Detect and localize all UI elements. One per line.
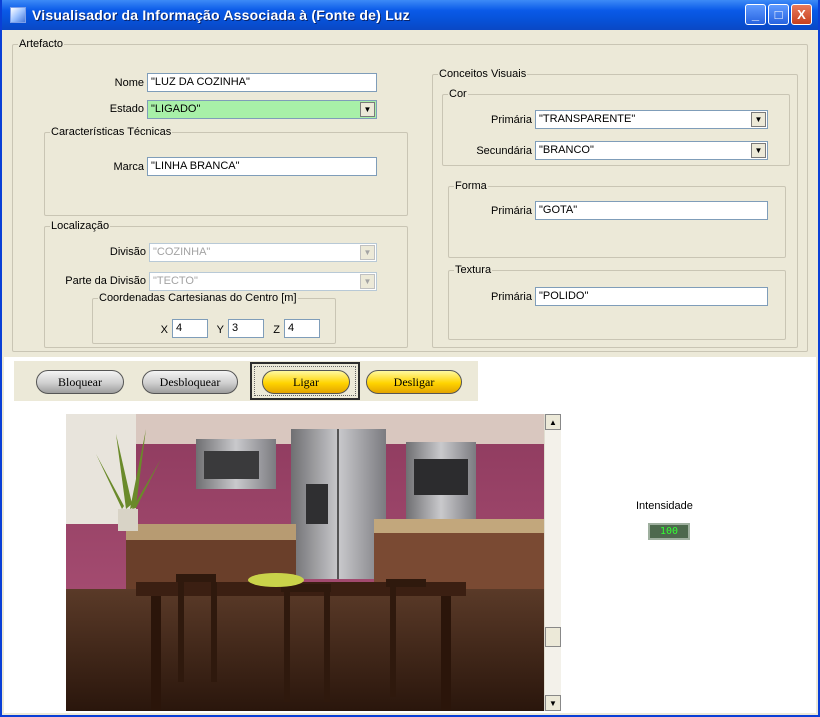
title-bar[interactable]: Visualisador da Informação Associada à (… xyxy=(2,0,818,30)
cor-legend: Cor xyxy=(449,88,467,100)
forma-primaria-label: Primária xyxy=(491,205,532,217)
y-field[interactable]: 3 xyxy=(228,319,264,338)
intensidade-label: Intensidade xyxy=(636,500,693,512)
coordenadas-legend: Coordenadas Cartesianas do Centro [m] xyxy=(99,292,297,304)
chevron-down-icon[interactable]: ▼ xyxy=(751,143,766,158)
scroll-up-button[interactable]: ▲ xyxy=(545,414,561,430)
kitchen-illustration xyxy=(66,414,544,711)
textura-legend: Textura xyxy=(455,264,492,276)
caracteristicas-legend: Características Técnicas xyxy=(51,126,172,138)
app-icon xyxy=(10,7,26,23)
conceitos-legend: Conceitos Visuais xyxy=(439,68,527,80)
nome-label: Nome xyxy=(114,77,144,89)
action-bar: Bloquear Desbloquear Ligar Desligar xyxy=(14,361,478,401)
textura-primaria-label: Primária xyxy=(491,291,532,303)
cor-primaria-select[interactable]: "TRANSPARENTE" ▼ xyxy=(535,110,768,129)
cor-secundaria-value: "BRANCO" xyxy=(539,144,594,156)
localizacao-legend: Localização xyxy=(51,220,110,232)
marca-label: Marca xyxy=(113,161,144,173)
scroll-down-button[interactable]: ▼ xyxy=(545,695,561,711)
forma-primaria-value: "GOTA" xyxy=(539,204,578,216)
cor-primaria-value: "TRANSPARENTE" xyxy=(539,113,636,125)
y-label: Y xyxy=(216,324,224,336)
x-label: X xyxy=(160,324,168,336)
nome-field[interactable]: "LUZ DA COZINHA" xyxy=(147,73,377,92)
window-content: Artefacto Nome "LUZ DA COZINHA" Estado "… xyxy=(4,30,816,713)
z-value: 4 xyxy=(288,322,295,334)
parte-select[interactable]: "TECTO" ▼ xyxy=(149,272,377,291)
scroll-thumb[interactable] xyxy=(545,627,561,647)
window-title: Visualisador da Informação Associada à (… xyxy=(32,7,410,23)
marca-value: "LINHA BRANCA" xyxy=(151,160,240,172)
divisao-label: Divisão xyxy=(109,246,146,258)
app-window: Visualisador da Informação Associada à (… xyxy=(0,0,820,717)
marca-field[interactable]: "LINHA BRANCA" xyxy=(147,157,377,176)
bloquear-button[interactable]: Bloquear xyxy=(36,370,124,394)
x-value: 4 xyxy=(176,322,183,334)
ligar-button[interactable]: Ligar xyxy=(262,370,350,394)
estado-select[interactable]: "LIGADO" ▼ xyxy=(147,100,377,119)
kitchen-photo xyxy=(66,414,544,711)
y-value: 3 xyxy=(232,322,239,334)
info-panel: Artefacto Nome "LUZ DA COZINHA" Estado "… xyxy=(4,30,816,357)
estado-label: Estado xyxy=(109,103,144,115)
textura-primaria-field[interactable]: "POLIDO" xyxy=(535,287,768,306)
forma-primaria-field[interactable]: "GOTA" xyxy=(535,201,768,220)
window-controls: _ □ X xyxy=(745,4,812,25)
vertical-scrollbar[interactable]: ▲ ▼ xyxy=(544,414,561,711)
nome-value: "LUZ DA COZINHA" xyxy=(151,76,250,88)
cor-secundaria-label: Secundária xyxy=(476,145,532,157)
estado-value: "LIGADO" xyxy=(151,103,201,115)
parte-label: Parte da Divisão xyxy=(65,275,146,287)
z-field[interactable]: 4 xyxy=(284,319,320,338)
divisao-value: "COZINHA" xyxy=(153,246,211,258)
minimize-button[interactable]: _ xyxy=(745,4,766,25)
close-button[interactable]: X xyxy=(791,4,812,25)
cor-primaria-label: Primária xyxy=(491,114,532,126)
x-field[interactable]: 4 xyxy=(172,319,208,338)
z-label: Z xyxy=(273,324,280,336)
intensidade-display: 100 xyxy=(648,523,690,540)
desligar-button[interactable]: Desligar xyxy=(366,370,462,394)
chevron-down-icon[interactable]: ▼ xyxy=(360,274,375,289)
chevron-down-icon[interactable]: ▼ xyxy=(360,102,375,117)
chevron-down-icon[interactable]: ▼ xyxy=(360,245,375,260)
divisao-select[interactable]: "COZINHA" ▼ xyxy=(149,243,377,262)
cor-secundaria-select[interactable]: "BRANCO" ▼ xyxy=(535,141,768,160)
artefacto-legend: Artefacto xyxy=(19,38,64,50)
textura-primaria-value: "POLIDO" xyxy=(539,290,589,302)
forma-legend: Forma xyxy=(455,180,487,192)
chevron-down-icon[interactable]: ▼ xyxy=(751,112,766,127)
desbloquear-button[interactable]: Desbloquear xyxy=(142,370,238,394)
maximize-button[interactable]: □ xyxy=(768,4,789,25)
parte-value: "TECTO" xyxy=(153,275,198,287)
